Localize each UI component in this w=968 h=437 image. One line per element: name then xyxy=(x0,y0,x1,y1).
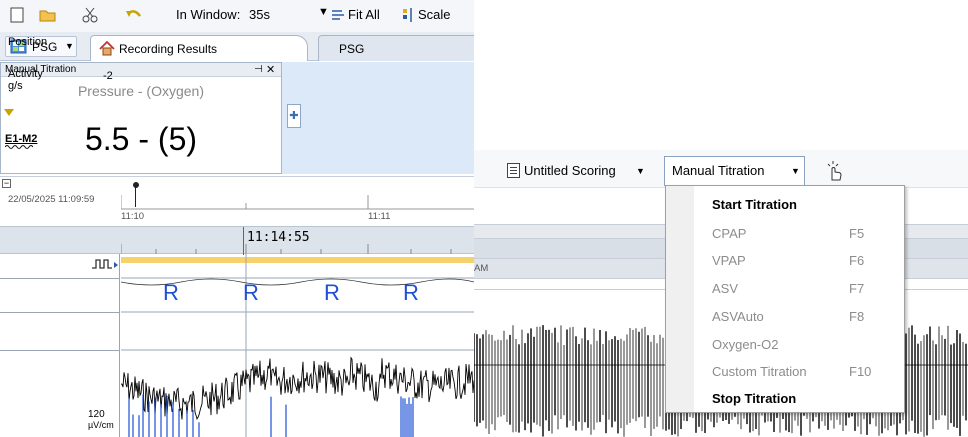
epoch-ruler xyxy=(121,244,452,254)
overview-timebar[interactable]: − 22/05/2025 11:09:59 11:10 11:11 xyxy=(0,176,474,226)
manual-titration-button-label: Manual Titration xyxy=(672,163,765,178)
menu-item-vpap[interactable]: VPAP xyxy=(712,253,746,268)
position-marker-label: R xyxy=(243,280,259,305)
home-icon xyxy=(99,41,115,56)
main-toolbar: In Window: 35s ▼ Fit All Scale xyxy=(0,0,474,32)
fit-all-button[interactable]: Fit All xyxy=(348,7,380,22)
chevron-down-icon[interactable]: ▼ xyxy=(636,166,645,176)
menu-shortcut-asvauto: F8 xyxy=(849,309,865,324)
undo-icon[interactable] xyxy=(124,6,144,24)
e1-m2-scale-value: 120 xyxy=(88,409,105,420)
untitled-scoring-button[interactable]: Untitled Scoring xyxy=(524,163,616,178)
menu-shortcut-asv: F7 xyxy=(849,281,865,296)
pressure-oxygen-label: Pressure - (Oxygen) xyxy=(77,83,205,99)
menu-icon-gutter xyxy=(666,186,694,412)
tab-recording-results[interactable]: Recording Results xyxy=(90,35,308,61)
manual-titration-panel-title: Manual Titration xyxy=(1,63,281,77)
document-tab-row: PSG ▼ Recording Results PSG xyxy=(0,32,478,61)
chevron-down-icon[interactable]: ▼ xyxy=(791,166,800,176)
fit-all-icon[interactable] xyxy=(330,7,346,23)
hand-pointer-icon[interactable] xyxy=(824,160,846,182)
e1-m2-scale-unit: µV/cm xyxy=(88,420,114,430)
scale-button[interactable]: Scale xyxy=(418,7,451,22)
close-icon[interactable]: ✕ xyxy=(266,63,275,76)
menu-item-asv[interactable]: ASV xyxy=(712,281,738,296)
pressure-oxygen-value: 5.5 - (5) xyxy=(84,121,198,157)
new-document-icon[interactable] xyxy=(8,6,28,24)
cut-icon[interactable] xyxy=(80,6,100,24)
scoring-list-icon[interactable] xyxy=(507,163,520,178)
pin-icon[interactable]: ⊣ xyxy=(254,64,263,75)
menu-shortcut-cpap: F5 xyxy=(849,226,865,241)
activity-scale-value: -2 xyxy=(103,70,113,82)
menu-item-custom-titration[interactable]: Custom Titration xyxy=(712,364,807,379)
cursor-line xyxy=(243,227,244,255)
filter-icon[interactable] xyxy=(4,109,14,116)
cursor-time: 11:14:55 xyxy=(247,230,310,245)
position-marker-label: R xyxy=(163,280,179,305)
am-label: AM xyxy=(474,263,489,274)
position-channel-label[interactable]: Position xyxy=(8,36,47,48)
event-pulse-icon[interactable] xyxy=(91,257,119,271)
menu-shortcut-vpap: F6 xyxy=(849,253,865,268)
tab-recording-results-label: Recording Results xyxy=(119,42,218,56)
scale-icon[interactable] xyxy=(402,7,416,23)
row-separator xyxy=(0,278,120,279)
panel-dock-area xyxy=(282,62,474,174)
tab-psg[interactable]: PSG xyxy=(318,35,478,61)
recording-start-datetime: 22/05/2025 11:09:59 xyxy=(8,194,95,205)
plus-icon: ✚ xyxy=(289,110,299,122)
timeline-tick-label: 11:11 xyxy=(368,211,391,222)
expand-panel-button[interactable]: ✚ xyxy=(287,104,301,128)
menu-item-asvauto[interactable]: ASVAuto xyxy=(712,309,764,324)
open-folder-icon[interactable] xyxy=(38,6,58,24)
row-separator xyxy=(0,312,120,313)
menu-item-cpap[interactable]: CPAP xyxy=(712,226,746,241)
chevron-down-icon: ▼ xyxy=(65,41,74,51)
collapse-icon[interactable]: − xyxy=(2,179,11,188)
menu-item-start-titration[interactable]: Start Titration xyxy=(712,197,797,212)
activity-spikes xyxy=(128,394,414,437)
position-marker-icon[interactable] xyxy=(133,182,139,188)
in-window-value[interactable]: 35s xyxy=(249,7,270,22)
eeg-wave-icon xyxy=(5,145,33,149)
epoch-time-header: 11:14:55 xyxy=(0,226,474,255)
row-separator xyxy=(0,350,120,351)
in-window-dropdown-icon[interactable]: ▼ xyxy=(318,6,329,18)
menu-item-oxygen-o2[interactable]: Oxygen-O2 xyxy=(712,337,778,352)
overview-ruler xyxy=(121,195,474,210)
position-marker-label: R xyxy=(324,280,340,305)
e1-m2-trace xyxy=(121,356,474,421)
in-window-label: In Window: xyxy=(176,7,241,22)
menu-shortcut-custom-titration: F10 xyxy=(849,364,872,379)
position-marker-label: R xyxy=(403,280,419,305)
tab-psg-label: PSG xyxy=(339,42,365,56)
menu-item-stop-titration[interactable]: Stop Titration xyxy=(712,391,796,406)
activity-channel-label[interactable]: Activity g/s xyxy=(8,68,43,92)
timeline-tick-label: 11:10 xyxy=(121,211,145,222)
